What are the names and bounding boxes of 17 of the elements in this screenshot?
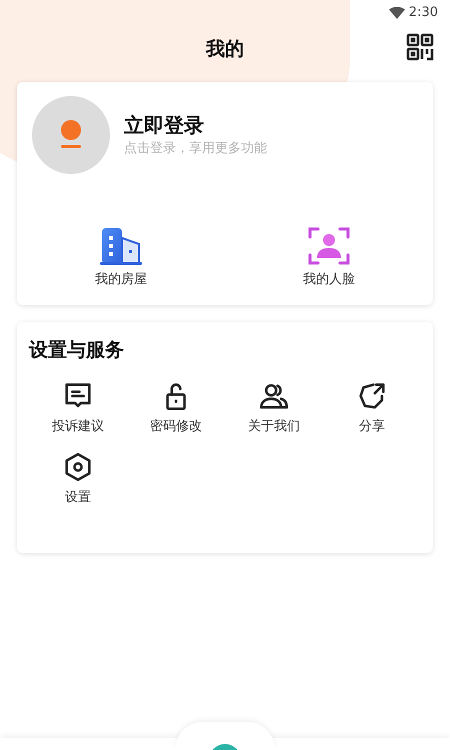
wifi-icon bbox=[388, 7, 405, 19]
face-scan-icon bbox=[307, 226, 351, 266]
service-item[interactable]: 关于我们 bbox=[225, 378, 323, 436]
login-subtitle: 点击登录，享用更多功能 bbox=[124, 140, 267, 158]
page-title: 我的 bbox=[206, 36, 244, 62]
service-item[interactable]: 密码修改 bbox=[127, 378, 225, 436]
service-item[interactable]: 投诉建议 bbox=[29, 378, 127, 436]
service-item[interactable]: 设置 bbox=[29, 450, 127, 508]
shortcut-item[interactable]: 我的房屋 bbox=[17, 226, 225, 289]
building-icon bbox=[99, 226, 143, 266]
qr-code-button[interactable] bbox=[406, 33, 434, 61]
login-title[interactable]: 立即登录 bbox=[124, 111, 267, 140]
section-title: 设置与服务 bbox=[29, 338, 125, 363]
shortcut-item[interactable]: 我的人脸 bbox=[225, 226, 433, 289]
service-item[interactable]: 分享 bbox=[323, 378, 421, 436]
status-time: 2:30 bbox=[408, 4, 438, 22]
user-icon bbox=[58, 119, 84, 151]
